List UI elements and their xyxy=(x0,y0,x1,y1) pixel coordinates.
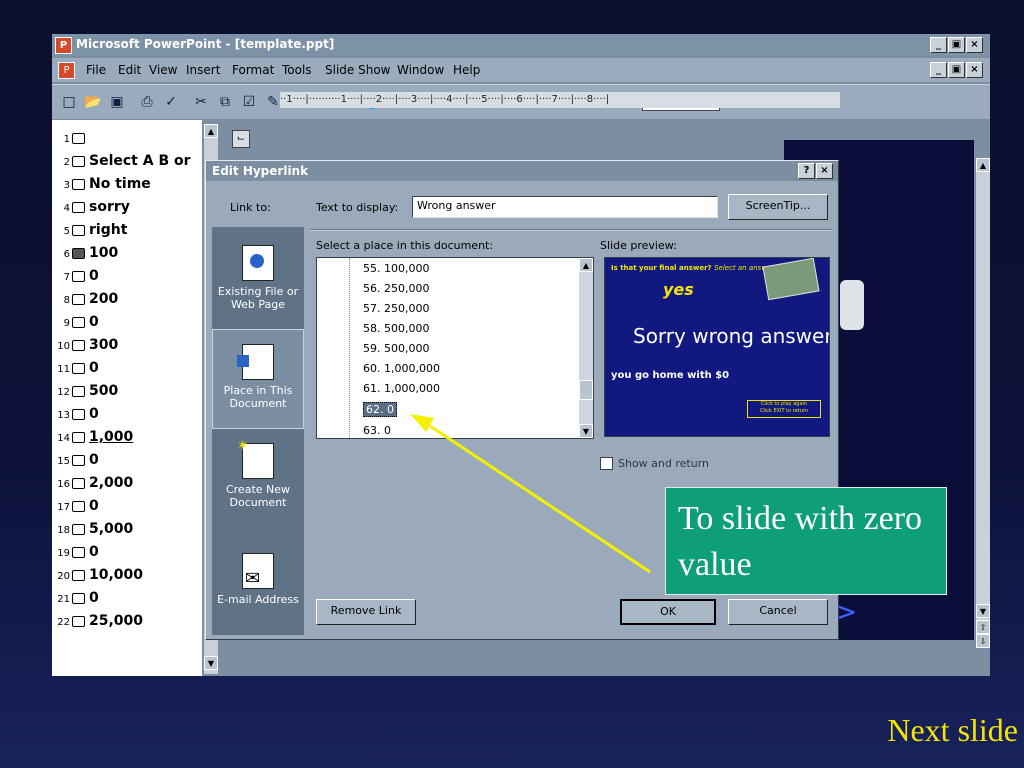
arrow-head-icon xyxy=(410,414,434,432)
presentation-slide: { "window": { "title": "Microsoft PowerP… xyxy=(0,0,1024,768)
next-slide-link[interactable]: Next slide xyxy=(887,712,1018,749)
pointer-arrow xyxy=(410,414,651,574)
callout-text: To slide with zero value xyxy=(665,487,947,595)
arrow-shaft xyxy=(429,424,651,574)
